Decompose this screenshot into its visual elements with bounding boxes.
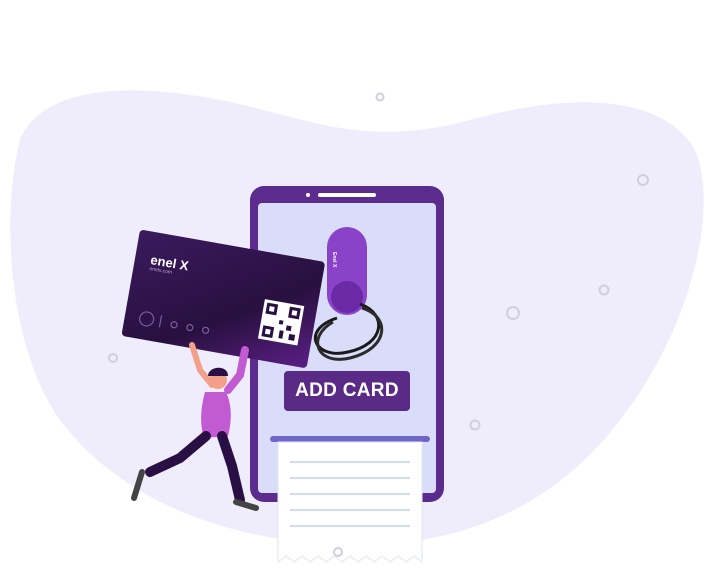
receipt-illustration: [270, 436, 430, 563]
qr-code-icon: [257, 299, 305, 346]
phone-speaker: [318, 193, 376, 197]
charger-brand-label: Enel X: [331, 252, 337, 268]
add-card-button-label: ADD CARD: [295, 380, 399, 401]
add-card-illustration: [10, 90, 704, 563]
add-card-button[interactable]: ADD CARD: [284, 371, 410, 411]
